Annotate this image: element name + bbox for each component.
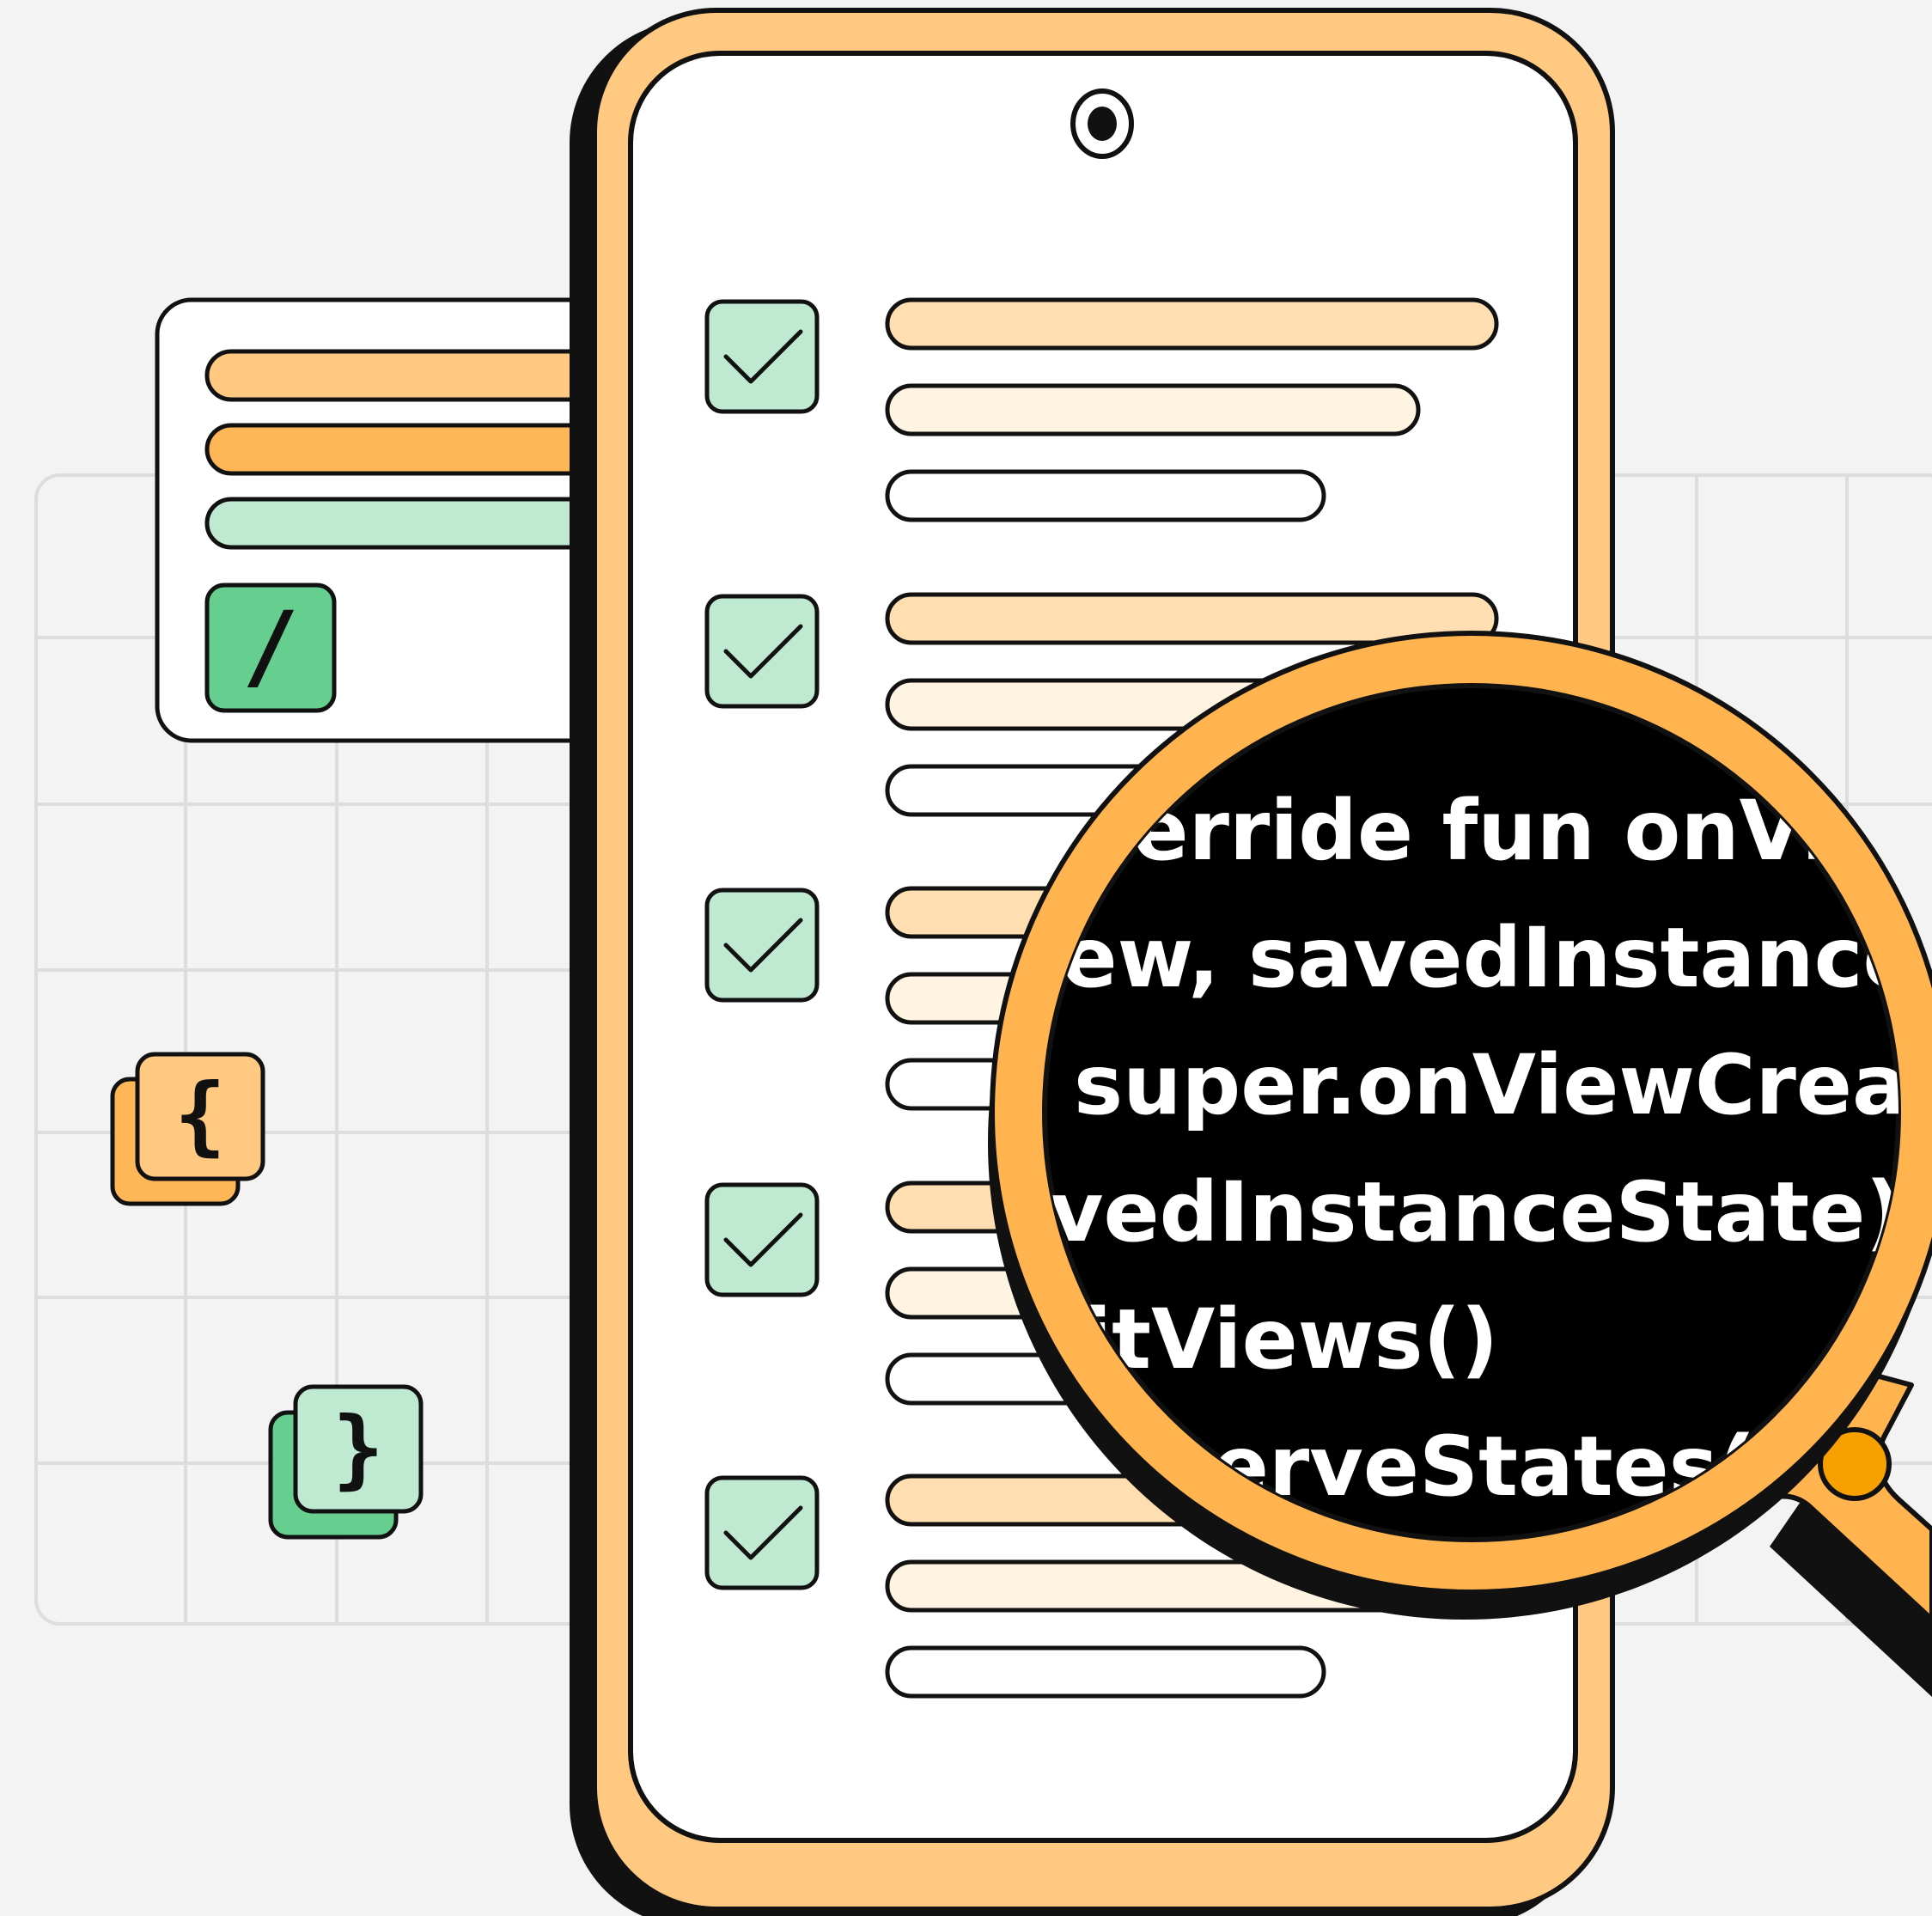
checkbox[interactable] xyxy=(704,1182,820,1297)
slash-chip: / xyxy=(204,583,337,713)
open-brace-chip: { xyxy=(110,1052,265,1206)
code-line: savedInstanceState) xyxy=(945,1164,1903,1260)
slash-icon: / xyxy=(242,591,299,701)
text-line-bar xyxy=(885,469,1326,522)
close-brace-chip: } xyxy=(268,1384,424,1540)
checkbox[interactable] xyxy=(704,888,820,1003)
checkbox[interactable] xyxy=(704,299,820,414)
close-brace-icon: } xyxy=(332,1398,384,1498)
checkbox[interactable] xyxy=(704,594,820,709)
code-line: super.onViewCreated( xyxy=(1074,1037,1932,1133)
checkbox[interactable] xyxy=(704,1475,820,1590)
code-line: view, savedInstanceState xyxy=(979,910,1932,1006)
text-line-bar xyxy=(885,297,1499,351)
text-line-bar xyxy=(885,1645,1326,1699)
text-line-bar xyxy=(885,383,1421,436)
illustration-canvas: / { } override fun onViewCreated(view, s… xyxy=(34,8,1932,1916)
open-brace-icon: { xyxy=(174,1065,226,1165)
